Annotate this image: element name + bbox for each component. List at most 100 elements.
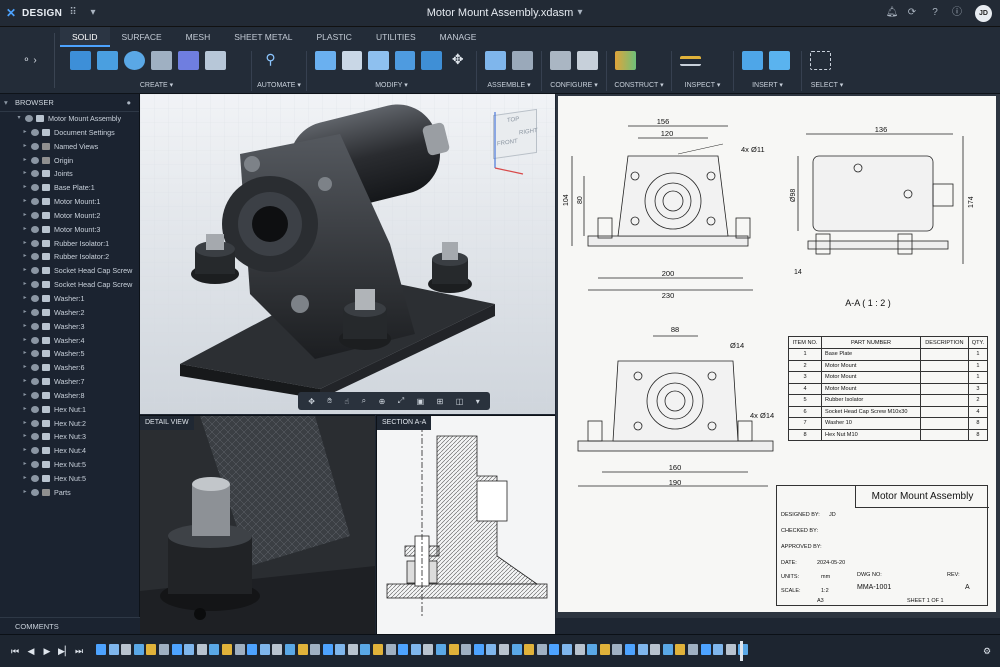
select-menu[interactable]: SELECT ▾ bbox=[802, 81, 852, 89]
visibility-icon[interactable] bbox=[31, 461, 39, 469]
browser-item[interactable]: ▸ Rubber Isolator:2 bbox=[0, 250, 139, 264]
tab-utilities[interactable]: UTILITIES bbox=[364, 27, 428, 47]
visibility-icon[interactable] bbox=[31, 156, 39, 164]
timeline-feature-icon[interactable] bbox=[637, 644, 648, 655]
browser-item[interactable]: ▸ Hex Nut:2 bbox=[0, 417, 139, 431]
info-icon[interactable]: ⓘ bbox=[950, 6, 964, 20]
browser-item[interactable]: ▸ Motor Mount:1 bbox=[0, 195, 139, 209]
configure-icon[interactable] bbox=[550, 51, 571, 70]
visibility-icon[interactable] bbox=[31, 225, 39, 233]
browser-item[interactable]: ▸ Washer:8 bbox=[0, 389, 139, 403]
timeline-feature-icon[interactable] bbox=[96, 644, 106, 655]
modify-menu[interactable]: MODIFY ▾ bbox=[307, 81, 476, 89]
browser-item[interactable]: ▸ Hex Nut:5 bbox=[0, 458, 139, 472]
comments-panel[interactable]: COMMENTS bbox=[0, 617, 140, 634]
timeline-settings-icon[interactable]: ⚙︎ bbox=[982, 645, 992, 657]
browser-item[interactable]: ▸ Socket Head Cap Screw bbox=[0, 264, 139, 278]
fit-icon[interactable]: ⤢ bbox=[398, 396, 404, 406]
timeline-feature-icon[interactable] bbox=[486, 644, 497, 655]
create-menu[interactable]: CREATE ▾ bbox=[62, 81, 251, 89]
press-pull-icon[interactable] bbox=[315, 51, 336, 70]
zoom-window-icon[interactable]: ⊕ bbox=[379, 397, 386, 406]
pan-icon[interactable]: ✋︎ bbox=[327, 396, 332, 406]
chamfer-icon[interactable] bbox=[368, 51, 389, 70]
expand-chevron-icon[interactable]: ▸ bbox=[21, 403, 29, 417]
box-icon[interactable] bbox=[205, 51, 226, 70]
viewports-icon[interactable]: ◫ bbox=[456, 397, 464, 406]
expand-chevron-icon[interactable]: ▸ bbox=[21, 472, 29, 486]
expand-chevron-icon[interactable]: ▸ bbox=[21, 209, 29, 223]
expand-chevron-icon[interactable]: ▸ bbox=[21, 375, 29, 389]
visibility-icon[interactable] bbox=[31, 474, 39, 482]
timeline-feature-icon[interactable] bbox=[423, 644, 434, 655]
visibility-icon[interactable] bbox=[31, 128, 39, 136]
move-icon[interactable]: ✥ bbox=[448, 51, 469, 70]
timeline-feature-icon[interactable] bbox=[373, 644, 384, 655]
timeline-feature-icon[interactable] bbox=[561, 644, 572, 655]
expand-chevron-icon[interactable]: ▸ bbox=[21, 486, 29, 500]
insert-menu[interactable]: INSERT ▾ bbox=[734, 81, 801, 89]
visibility-icon[interactable] bbox=[31, 350, 39, 358]
play-icon[interactable]: ▶ bbox=[42, 645, 52, 657]
tab-sheet-metal[interactable]: SHEET METAL bbox=[222, 27, 304, 47]
browser-item[interactable]: ▸ Washer:3 bbox=[0, 320, 139, 334]
expand-chevron-icon[interactable]: ▸ bbox=[21, 154, 29, 168]
configure-menu[interactable]: CONFIGURE ▾ bbox=[542, 81, 606, 89]
timeline-feature-icon[interactable] bbox=[713, 644, 724, 655]
timeline-feature-icon[interactable] bbox=[549, 644, 560, 655]
tab-surface[interactable]: SURFACE bbox=[110, 27, 174, 47]
timeline-feature-icon[interactable] bbox=[284, 644, 295, 655]
expand-chevron-icon[interactable]: ▾ bbox=[15, 112, 23, 126]
timeline-feature-icon[interactable] bbox=[499, 644, 509, 655]
sync-icon[interactable]: ⟳ bbox=[905, 6, 919, 20]
timeline-feature-icon[interactable] bbox=[687, 644, 698, 655]
browser-item[interactable]: ▸ Washer:5 bbox=[0, 347, 139, 361]
select-icon[interactable] bbox=[810, 51, 831, 70]
display-settings-icon[interactable]: ▣ bbox=[417, 397, 425, 406]
visibility-icon[interactable] bbox=[31, 433, 39, 441]
timeline-feature-icon[interactable] bbox=[335, 644, 346, 655]
step-back-icon[interactable]: ◀ bbox=[26, 645, 36, 657]
visibility-icon[interactable] bbox=[31, 294, 39, 302]
timeline-feature-icon[interactable] bbox=[599, 644, 610, 655]
browser-item[interactable]: ▸ Motor Mount:3 bbox=[0, 223, 139, 237]
browser-item[interactable]: ▸ Document Settings bbox=[0, 126, 139, 140]
visibility-icon[interactable] bbox=[31, 267, 39, 275]
timeline-feature-icon[interactable] bbox=[121, 644, 132, 655]
browser-item[interactable]: ▸ Washer:4 bbox=[0, 334, 139, 348]
timeline-feature-icon[interactable] bbox=[524, 644, 535, 655]
automate-menu[interactable]: AUTOMATE ▾ bbox=[252, 81, 306, 89]
timeline-feature-icon[interactable] bbox=[310, 644, 321, 655]
user-avatar[interactable]: JD bbox=[975, 5, 992, 22]
expand-chevron-icon[interactable]: ▸ bbox=[21, 264, 29, 278]
timeline-marker[interactable] bbox=[740, 641, 743, 661]
timeline-feature-icon[interactable] bbox=[108, 644, 119, 655]
timeline-feature-icon[interactable] bbox=[133, 644, 144, 655]
timeline-feature-icon[interactable] bbox=[725, 644, 736, 655]
timeline-feature-icon[interactable] bbox=[146, 644, 157, 655]
expand-chevron-icon[interactable]: ▸ bbox=[21, 430, 29, 444]
expand-chevron-icon[interactable]: ▸ bbox=[21, 334, 29, 348]
automate-icon[interactable]: ⚲ bbox=[260, 51, 281, 70]
visibility-icon[interactable] bbox=[31, 405, 39, 413]
timeline-feature-icon[interactable] bbox=[398, 644, 409, 655]
tab-mesh[interactable]: MESH bbox=[174, 27, 223, 47]
browser-item[interactable]: ▸ Motor Mount:2 bbox=[0, 209, 139, 223]
insert-mesh-icon[interactable] bbox=[769, 51, 790, 70]
timeline-feature-icon[interactable] bbox=[436, 644, 447, 655]
timeline-feature-icon[interactable] bbox=[587, 644, 598, 655]
help-icon[interactable]: ? bbox=[928, 6, 942, 20]
grid-settings-icon[interactable]: ⊞ bbox=[437, 397, 444, 406]
browser-item[interactable]: ▸ Hex Nut:5 bbox=[0, 472, 139, 486]
expand-chevron-icon[interactable]: ▸ bbox=[21, 306, 29, 320]
browser-item[interactable]: ▸ Hex Nut:4 bbox=[0, 444, 139, 458]
notification-bell-icon[interactable]: 🔔︎ bbox=[885, 6, 899, 20]
extrude-icon[interactable] bbox=[97, 51, 118, 70]
timeline-feature-icon[interactable] bbox=[297, 644, 308, 655]
joint-icon[interactable] bbox=[485, 51, 506, 70]
visibility-icon[interactable] bbox=[31, 419, 39, 427]
timeline-feature-icon[interactable] bbox=[322, 644, 333, 655]
expand-chevron-icon[interactable]: ▸ bbox=[21, 250, 29, 264]
browser-item[interactable]: ▸ Hex Nut:1 bbox=[0, 403, 139, 417]
tab-plastic[interactable]: PLASTIC bbox=[305, 27, 364, 47]
